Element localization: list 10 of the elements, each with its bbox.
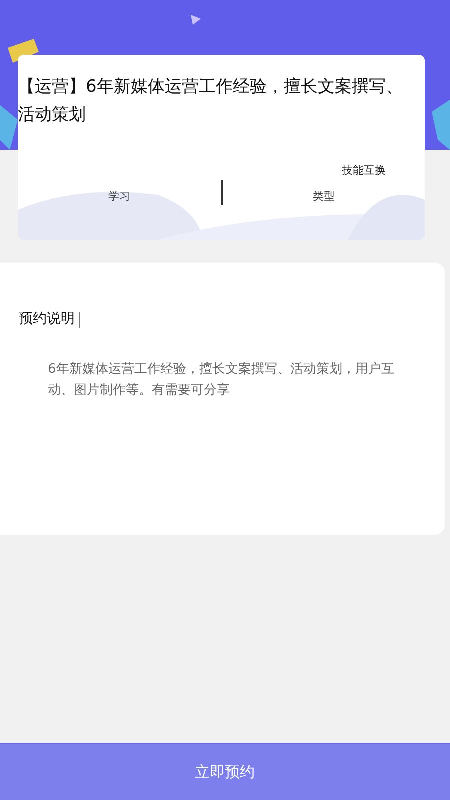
- label-text: 学习: [108, 189, 130, 205]
- description-text: 6年新媒体运营工作经验，擅长文案撰写、活动策划，用户互动、图片制作等。有需要可分享: [48, 361, 395, 400]
- tag-icon: [6, 38, 40, 64]
- section-heading: 预约说明: [19, 310, 75, 329]
- book-now-button[interactable]: 立即预约: [0, 743, 450, 800]
- leaf-icon: [430, 100, 450, 150]
- triangle-icon: [190, 14, 202, 26]
- value-text: 技能互换: [342, 164, 386, 177]
- label-text: 类型: [312, 189, 335, 205]
- card-title: 【运营】6年新媒体运营工作经验，擅长文案撰写、活动策划: [18, 76, 404, 127]
